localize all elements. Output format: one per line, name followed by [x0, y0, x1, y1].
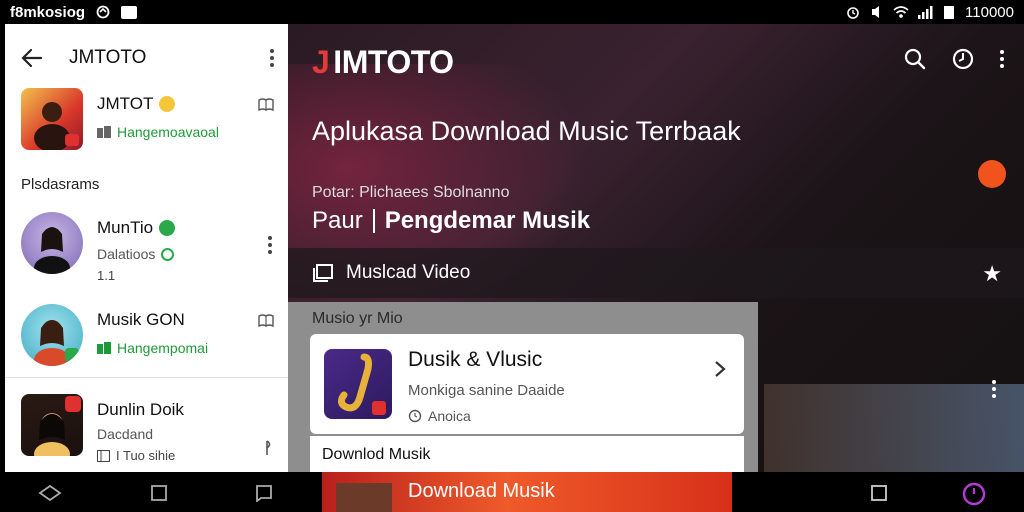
verified-icon — [159, 220, 176, 236]
nav-timer-icon[interactable] — [962, 482, 986, 506]
back-arrow-icon[interactable] — [21, 48, 43, 68]
item-more-icon[interactable] — [268, 236, 272, 254]
item-title: Dunlin Doik — [97, 400, 184, 419]
battery-icon — [944, 6, 955, 19]
playlists-section-label: Plsdasrams — [21, 176, 100, 193]
download-banner-thumbnail — [336, 483, 392, 512]
subtitle-prefix: Paur — [312, 207, 363, 234]
now-playing-thumbnail — [21, 88, 83, 150]
saxophone-thumbnail — [324, 349, 392, 419]
nav-home-icon[interactable] — [150, 484, 168, 502]
now-playing-title: JMTOT — [97, 94, 154, 113]
list-item[interactable]: Musik GON Hangempomai — [5, 304, 288, 366]
avatar — [21, 304, 83, 366]
music-video-row[interactable]: Muslcad Video ★ — [288, 248, 1024, 298]
music-video-label: Muslcad Video — [346, 262, 471, 283]
left-panel: JMTOTO JMTOT Hangemoavaoal Plsdasrams Mu… — [5, 24, 288, 472]
chevron-right-icon[interactable] — [714, 360, 726, 378]
app-logo: J IMTOTO — [312, 44, 454, 81]
list-item[interactable]: Dunlin Doik Dacdand I Tuo sihie — [5, 394, 288, 463]
card-meta: Anoica — [428, 408, 471, 424]
left-panel-title: JMTOTO — [69, 47, 147, 68]
now-playing-row[interactable]: JMTOT Hangemoavaoal — [5, 88, 288, 150]
status-icon — [161, 247, 175, 261]
subtitle-small: Potar: Plichaees Sbolnanno — [312, 184, 510, 201]
item-subtitle: Dalatioos — [97, 246, 156, 262]
history-icon[interactable] — [952, 48, 974, 70]
item-more-icon[interactable] — [992, 380, 996, 398]
music-panel-label: Musio yr Mio — [312, 310, 403, 327]
emoji-icon — [159, 96, 176, 112]
item-subtitle: Dacdand — [97, 426, 154, 442]
wifi-icon — [893, 6, 909, 18]
grid-icon — [97, 126, 111, 138]
alarm-icon — [847, 7, 859, 19]
item-extra: I Tuo sihie — [116, 448, 176, 463]
share-icon[interactable] — [264, 440, 274, 456]
main-area: J IMTOTO Aplukasa Download Music Terrbaa… — [288, 24, 1024, 472]
nav-square-icon[interactable] — [870, 484, 888, 502]
list-item[interactable]: MunTio Dalatioos 1.1 — [5, 212, 288, 283]
now-playing-subtitle: Hangemoavaoal — [117, 124, 219, 140]
download-card[interactable]: Downlod Musik — [310, 436, 744, 472]
star-icon[interactable]: ★ — [982, 261, 1002, 287]
avatar — [21, 212, 83, 274]
music-card[interactable]: Dusik & Vlusic Monkiga sanine Daaide Ano… — [310, 334, 744, 434]
more-options-icon[interactable] — [270, 49, 274, 67]
status-bar: f8mkosiog 110000 — [0, 0, 1024, 24]
search-icon[interactable] — [904, 48, 926, 70]
app-logo-text: IMTOTO — [333, 44, 454, 80]
item-extra: 1.1 — [97, 268, 116, 283]
signal-icon — [918, 6, 933, 19]
download-card-title: Downlod Musik — [322, 446, 431, 463]
book-icon[interactable] — [258, 98, 274, 112]
card-title: Dusik & Vlusic — [408, 348, 543, 371]
item-title: MunTio — [97, 218, 154, 237]
clock-icon — [408, 409, 422, 423]
media-icon — [121, 5, 138, 19]
nav-back-icon[interactable] — [38, 484, 62, 502]
subtitle-big: Paur Pengdemar Musik — [312, 207, 590, 235]
nav-recents-icon[interactable] — [255, 484, 273, 502]
status-left-text: f8mkosiog — [10, 3, 86, 21]
status-time: 110000 — [965, 3, 1014, 21]
card-subtitle: Monkiga sanine Daaide — [408, 382, 565, 399]
sync-icon — [96, 5, 110, 19]
item-title: Musik GON — [97, 310, 185, 329]
left-panel-header: JMTOTO — [5, 24, 288, 92]
notification-dot-icon[interactable] — [978, 160, 1006, 188]
video-library-icon — [313, 264, 333, 282]
page-title: Aplukasa Download Music Terrbaak — [312, 116, 741, 146]
more-options-icon[interactable] — [1000, 50, 1004, 68]
logo-mark: J — [312, 44, 330, 80]
download-banner-text: Download Musik — [408, 480, 555, 502]
book-icon[interactable] — [258, 314, 274, 328]
item-subtitle: Hangempomai — [117, 340, 209, 356]
subtitle-strong: Pengdemar Musik — [384, 207, 591, 234]
item-thumbnail — [21, 394, 83, 456]
grid-icon — [97, 342, 111, 354]
grid-icon — [97, 449, 110, 462]
divider — [5, 377, 288, 378]
mute-icon — [872, 6, 880, 18]
